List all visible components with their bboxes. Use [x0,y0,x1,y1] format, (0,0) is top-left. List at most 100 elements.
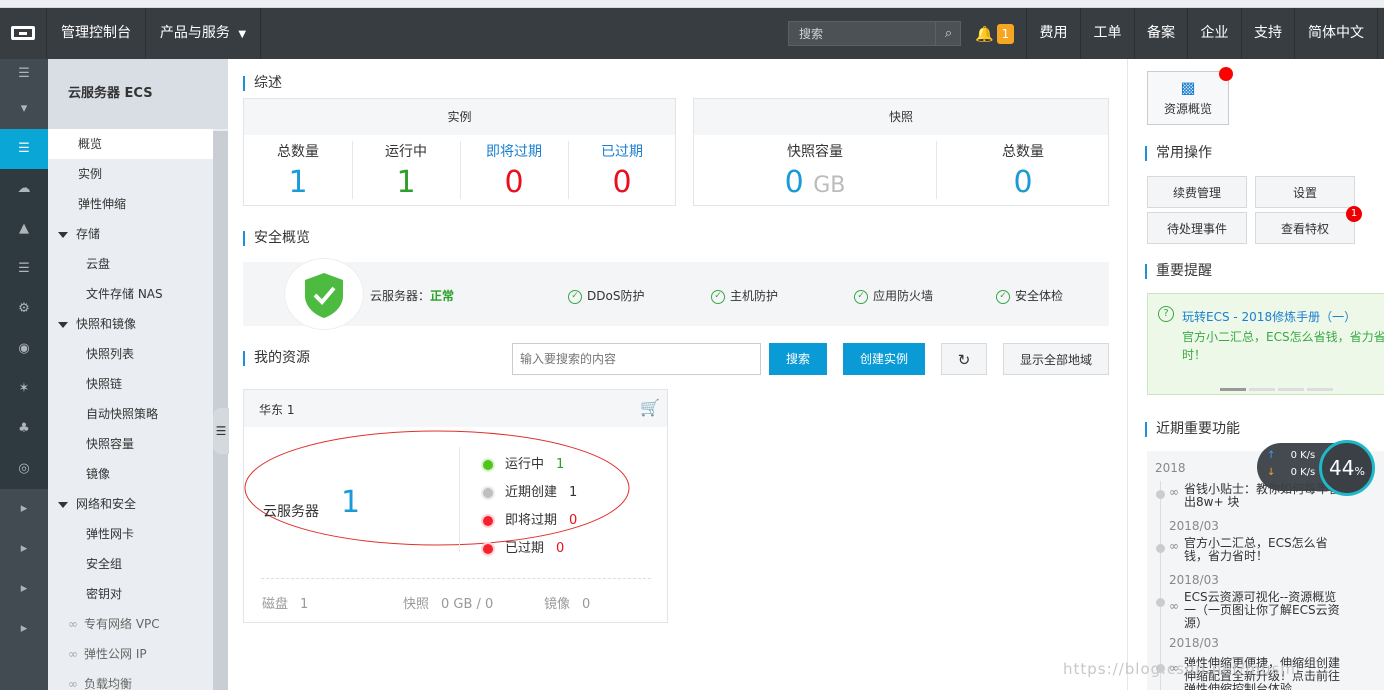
common-ops-title: 常用操作 [1145,146,1212,161]
notification-badge: 1 [997,24,1014,44]
chevron-right-icon[interactable]: ▸ [0,489,48,529]
sidebar-item-images[interactable]: 镜像 [48,459,213,489]
check-ddos[interactable]: ✓ DDoS防护 [568,287,644,304]
menu-toggle-icon[interactable]: ☰ [0,59,48,89]
stat-value: 0 [612,165,632,200]
cart-icon[interactable]: 🛒 [640,398,660,417]
sidebar-item-instances[interactable]: 实例 [48,159,213,189]
chevron-down-icon[interactable]: ▾ [0,89,48,129]
chevron-right-icon[interactable]: ▸ [0,609,48,649]
stat-expiring[interactable]: 即将过期 0 [460,141,568,200]
search-placeholder: 搜索 [799,27,824,41]
create-instance-button[interactable]: 创建实例 [843,343,925,375]
carousel-dot-active[interactable] [1220,388,1246,391]
bell-icon: 🔔 [975,25,994,43]
item-label: 弹性公网 IP [84,647,147,661]
network-icon[interactable]: ▲ [0,209,48,249]
status-expiring[interactable]: 即将过期 0 [483,509,577,528]
console-link[interactable]: 管理控制台 [46,8,145,59]
sidebar-item-vpc[interactable]: ∞ 专有网络 VPC [48,609,213,639]
sidebar-item-snapshot-list[interactable]: 快照列表 [48,339,213,369]
eye-icon[interactable]: ◉ [0,329,48,369]
upload-speed-value: 0 K/s [1290,450,1316,461]
sidebar-item-autoscaling[interactable]: 弹性伸缩 [48,189,213,219]
sidebar-item-keypairs[interactable]: 密钥对 [48,579,213,609]
sidebar-item-slb[interactable]: ∞ 负载均衡 [48,669,213,699]
sidebar-group-network[interactable]: 网络和安全 [48,489,213,519]
item-label: 负载均衡 [84,677,133,691]
status-recent[interactable]: 近期创建 1 [483,481,577,500]
view-privileges-button[interactable]: 查看特权 [1255,212,1355,244]
recent-item[interactable]: ∞ ECS云资源可视化--资源概览一（一页图让你了解ECS云资源） 2018/0… [1155,591,1383,650]
stat-value: 0 [784,165,804,200]
reminder-link[interactable]: 玩转ECS - 2018修炼手册（一） [1182,308,1356,325]
check-label: 主机防护 [730,289,779,303]
recent-item[interactable]: ∞ 官方小二汇总，ECS怎么省钱，省力省时！ 2018/03 [1155,537,1383,587]
carousel-dot[interactable] [1307,388,1333,391]
target-icon[interactable]: ◎ [0,449,48,489]
nav-icp[interactable]: 备案 [1134,8,1187,59]
resource-overview-button[interactable]: ▩ 资源概览 [1147,71,1229,125]
check-host[interactable]: ✓ 主机防护 [711,287,778,304]
settings-button[interactable]: 设置 [1255,176,1355,208]
image-stat[interactable]: 镜像 0 [544,593,590,612]
products-menu[interactable]: 产品与服务 ▼ [145,8,261,59]
carousel-indicators[interactable] [1220,388,1333,391]
group-label: 快照和镜像 [76,317,137,331]
network-speed-widget[interactable]: ↑ 0 K/s ↓ 0 K/s 44% [1257,440,1379,496]
resource-search-input[interactable] [512,343,761,375]
status-expired[interactable]: 已过期 0 [483,537,564,556]
cloud-icon[interactable]: ☁ [0,169,48,209]
sidebar-item-security-groups[interactable]: 安全组 [48,549,213,579]
stat-expired[interactable]: 已过期 0 [568,141,676,200]
renew-management-button[interactable]: 续费管理 [1147,176,1247,208]
carousel-dot[interactable] [1249,388,1275,391]
refresh-button[interactable]: ↻ [941,343,987,375]
instances-header: 实例 [244,99,675,135]
chevron-right-icon[interactable]: ▸ [0,569,48,609]
sidebar-group-snapshots[interactable]: 快照和镜像 [48,309,213,339]
sidebar-item-auto-snapshot[interactable]: 自动快照策略 [48,399,213,429]
nav-language[interactable]: 简体中文 [1294,8,1378,59]
search-button[interactable]: 搜索 [769,343,827,375]
sidebar-collapse-handle[interactable]: ☰ [213,408,229,454]
status-running[interactable]: 运行中 1 [483,453,564,472]
snapshot-stat[interactable]: 快照 0 GB / 0 [403,593,493,612]
stat-value: 1 [396,165,416,200]
check-scan[interactable]: ✓ 安全体检 [996,287,1063,304]
sidebar-item-overview[interactable]: 概览 [48,129,213,159]
sidebar-item-eni[interactable]: 弹性网卡 [48,519,213,549]
disk-stat[interactable]: 磁盘 1 [262,593,308,612]
search-icon[interactable]: ⌕ [935,22,961,46]
stat-total[interactable]: 总数量 1 [244,141,352,200]
server-count[interactable]: 1 [341,485,360,520]
gear-icon[interactable]: ⚙ [0,289,48,329]
notification-button[interactable]: 🔔 1 [975,24,1015,44]
ecs-server-icon[interactable]: ☰ [0,129,48,169]
sidebar-group-storage[interactable]: 存储 [48,219,213,249]
nav-support[interactable]: 支持 [1241,8,1294,59]
check-waf[interactable]: ✓ 应用防火墙 [854,287,933,304]
check-label: DDoS防护 [587,289,645,303]
nodes-icon[interactable]: ✶ [0,369,48,409]
stat-running[interactable]: 运行中 1 [352,141,460,200]
nav-enterprise[interactable]: 企业 [1187,8,1241,59]
sidebar-item-snapshot-chain[interactable]: 快照链 [48,369,213,399]
recent-item-date: 2018/03 [1169,636,1219,650]
nav-fees[interactable]: 费用 [1026,8,1080,59]
tree-icon[interactable]: ♣ [0,409,48,449]
sidebar-item-nas[interactable]: 文件存储 NAS [48,279,213,309]
layers-icon[interactable]: ☰ [0,249,48,289]
show-all-regions-button[interactable]: 显示全部地域 [1003,343,1109,375]
caret-down-icon [58,321,68,328]
sidebar-item-snapshot-capacity[interactable]: 快照容量 [48,429,213,459]
status-value: 1 [556,457,565,472]
sidebar-item-eip[interactable]: ∞ 弹性公网 IP [48,639,213,669]
top-search-input[interactable]: 搜索 ⌕ [788,21,961,46]
aliyun-logo[interactable] [0,8,46,59]
nav-tickets[interactable]: 工单 [1080,8,1134,59]
pending-events-button[interactable]: 待处理事件 [1147,212,1247,244]
chevron-right-icon[interactable]: ▸ [0,529,48,569]
sidebar-item-disks[interactable]: 云盘 [48,249,213,279]
carousel-dot[interactable] [1278,388,1304,391]
